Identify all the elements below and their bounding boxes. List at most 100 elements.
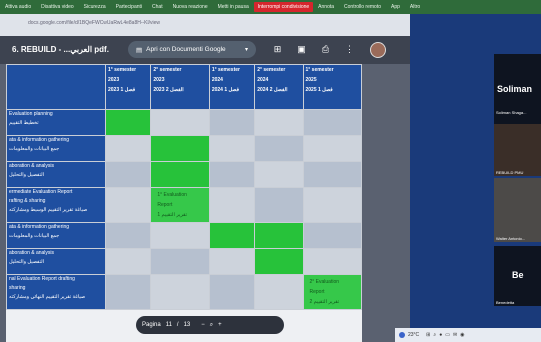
mail-icon[interactable]: ✉ [453,332,457,338]
docs-icon: ▤ [136,46,143,54]
mute-audio-button[interactable]: Attiva audio [0,0,36,14]
timeline-cell [254,248,304,275]
document-title: 6. REBUILD - ...العربي pdf. [12,45,109,54]
search-icon[interactable]: ⌕ [433,332,436,338]
table-row: ermediate Evaluation Report rafting & sha… [6,187,362,223]
chat-button[interactable]: Chat [147,0,168,14]
participant-label: REBUILD PMU [496,170,524,175]
remote-control-button[interactable]: Controllo remoto [339,0,386,14]
video-tile[interactable]: Be [494,246,541,306]
zoom-in-icon[interactable]: + [218,322,222,328]
timeline-cell [150,274,210,310]
weather-icon [399,332,405,338]
timeline-cell [104,187,152,223]
gantt-table: 1° semester 2023 فصل 1 2023 2° semester 202… [6,64,362,310]
avatar[interactable] [370,42,386,58]
timeline-cell: 2° Evaluation Report تقرير التقييم 2 [302,274,362,310]
stop-video-button[interactable]: Disattiva video [36,0,79,14]
windows-icon[interactable]: ⊞ [426,332,430,338]
timeline-cell [254,109,304,136]
final-report-note: 2° Evaluation Report تقرير التقييم 2 [309,279,340,305]
page-separator: / [176,322,179,328]
row-label: ermediate Evaluation Report rafting & sha… [6,187,106,223]
apps-button[interactable]: App [386,0,405,14]
annotate-button[interactable]: Annota [313,0,339,14]
participant-label: Walter Antonio... [496,236,526,241]
add-to-drive-icon[interactable]: ⊞ [272,44,283,55]
page-current-input[interactable]: 11 [166,322,172,328]
video-tile[interactable] [494,178,541,242]
pdf-page: 1° semester 2023 فصل 1 2023 2° semester 202… [6,64,362,342]
col-header: 2° semester 2023 الفصل 2 2023 [150,64,210,110]
timeline-cell [104,274,152,310]
page-label: Pagina [142,322,161,328]
row-label: aboration & analysis التفصيل والتحليل [6,248,106,275]
timeline-cell [208,222,256,249]
page-total: 13 [183,322,191,328]
timeline-cell [254,187,304,223]
folder-icon[interactable]: ▭ [445,332,450,338]
timeline-cell [302,222,362,249]
zoom-app-icon[interactable]: ◉ [460,332,464,338]
browser-address-bar[interactable]: docs.google.com/file/d/1BQeFWCwUaRwL4e8a… [0,14,410,36]
security-button[interactable]: Sicurezza [79,0,111,14]
participants-panel: Soliman Soliman Shaga... REBUILD PMU Wal… [410,14,541,342]
timeline-cell [302,187,362,223]
timeline-cell: 1° Evaluation Report تقرير التقييم 1 [150,187,210,223]
col-header: 1° semester 2025 فصل 1 2025 [302,64,362,110]
participant-label: Benedetta [496,300,515,305]
timeline-cell [150,109,210,136]
url-text: docs.google.com/file/d/1BQeFWCwUaRwL4e8a… [28,20,160,26]
row-label: aboration & analysis التفصيل والتحليل [6,161,106,188]
timeline-cell [254,274,304,310]
more-vert-icon[interactable]: ⋮ [344,44,355,55]
reaction-button[interactable]: Nuova reazione [168,0,213,14]
participant-name: Soliman [497,84,533,94]
zoom-out-icon[interactable]: − [201,322,205,328]
table-row: nal Evaluation Report drafting sharing صيا… [6,274,362,310]
row-label: Evaluation planning تخطيط التقييم [6,109,106,136]
timeline-cell [150,135,210,162]
interim-report-note: 1° Evaluation Report تقرير التقييم 1 [157,192,188,218]
timeline-cell [254,222,304,249]
comment-icon[interactable]: ▣ [296,44,307,55]
timeline-cell [302,248,362,275]
stop-sharing-button[interactable]: Interrompi condivisione [253,2,314,12]
timeline-cell [208,248,256,275]
os-taskbar: 23°C ⊞ ⌕ ● ▭ ✉ ◉ [395,328,541,342]
timeline-cell [150,222,210,249]
more-button[interactable]: Altro [405,0,425,14]
timeline-cell [104,248,152,275]
zoom-icon[interactable]: ⌕ [210,322,213,329]
timeline-cell [104,109,152,136]
timeline-cell [208,274,256,310]
timeline-cell [302,109,362,136]
temperature: 23°C [408,332,420,338]
table-row: Evaluation planning تخطيط التقييم [6,109,362,136]
timeline-cell [302,161,362,188]
timeline-cell [208,187,256,223]
participant-label: Soliman Shaga... [496,110,527,115]
timeline-cell [208,135,256,162]
participant-name: Be [512,270,524,280]
browser-icon[interactable]: ● [439,332,442,338]
row-label: ata & information gathering جمع البيانات … [6,135,106,162]
timeline-cell [104,222,152,249]
shared-screen: docs.google.com/file/d/1BQeFWCwUaRwL4e8a… [0,14,410,342]
table-row: aboration & analysis التفصيل والتحليل [6,248,362,275]
pause-button[interactable]: Metti in pausa [213,0,254,14]
video-tile[interactable] [494,124,541,176]
meeting-toolbar: Attiva audio Disattiva video Sicurezza P… [0,0,541,14]
print-icon[interactable]: ⎙ [320,44,331,55]
timeline-cell [104,135,152,162]
col-header: 1° semester 2023 فصل 1 2023 [104,64,152,110]
row-label: ata & information gathering جمع البيانات … [6,222,106,249]
open-with-docs-button[interactable]: ▤ Apri con Documenti Google ▾ [128,41,256,58]
page-navigator: Pagina 11 / 13 − ⌕ + [136,316,284,334]
participants-button[interactable]: Partecipanti [111,0,147,14]
timeline-cell [208,109,256,136]
table-row: ata & information gathering جمع البيانات … [6,135,362,162]
col-header: 2° semester 2024 الفصل 2 2024 [254,64,304,110]
corner-header [6,64,106,110]
timeline-cell [302,135,362,162]
